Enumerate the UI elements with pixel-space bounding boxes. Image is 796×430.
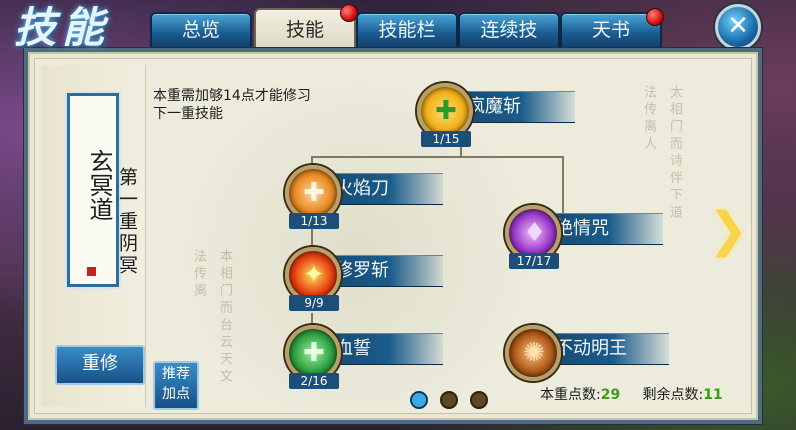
school-column: 玄冥道 第一重阴冥 重修 <box>41 65 146 407</box>
skill-name: 火焰刀 <box>335 178 389 199</box>
remaining-points-value: 11 <box>703 387 723 403</box>
tab-overview[interactable]: 总览 <box>150 12 252 50</box>
tab-label: 技能栏 <box>378 19 436 41</box>
tab-tianshu[interactable]: 天书 <box>560 8 664 50</box>
layer-points-value: 29 <box>600 387 621 403</box>
skill-name: 绝情咒 <box>555 218 609 239</box>
remaining-points-label: 剩余点数: <box>642 387 704 403</box>
layer-title: 第一重阴冥 <box>116 167 138 277</box>
skill-level: 2/16 <box>289 373 339 389</box>
school-name: 玄冥道 <box>85 149 113 221</box>
skill-level: 17/17 <box>509 253 559 269</box>
tab-label: 总览 <box>181 19 220 41</box>
page-dot[interactable] <box>440 391 458 409</box>
window-title: 技能 <box>14 3 111 52</box>
reset-skills-button[interactable]: 重修 <box>55 345 145 385</box>
skill-node[interactable]: 修罗斩 ✦ 9/9 <box>285 247 455 311</box>
tab-label: 连续技 <box>480 19 538 41</box>
seal-stamp-icon <box>87 267 96 276</box>
skill-name: 修罗斩 <box>335 260 389 281</box>
tab-skills[interactable]: 技能 <box>254 4 358 52</box>
recommend-points-button[interactable]: 推荐加点 <box>153 361 199 410</box>
skill-name: 疯魔斩 <box>467 96 521 117</box>
skill-node[interactable]: 不动明王 ✺ <box>505 325 675 389</box>
skill-name: 不动明王 <box>555 338 627 359</box>
page-dot[interactable] <box>410 391 428 409</box>
bronze-guardian-icon: ✺ <box>505 325 561 381</box>
layer-points-label: 本重点数: <box>540 387 601 403</box>
points-footer: 本重点数:29 剩余点数:11 <box>540 384 723 404</box>
skill-level: 1/13 <box>289 213 339 229</box>
tab-combo[interactable]: 连续技 <box>458 12 560 50</box>
page-dot[interactable] <box>470 391 488 409</box>
tab-skill-bar[interactable]: 技能栏 <box>356 12 458 50</box>
tab-strip: 总览 技能 技能栏 连续技 天书 <box>150 4 760 52</box>
skill-node[interactable]: 血誓 ✚ 2/16 <box>285 325 455 389</box>
skill-node[interactable]: 绝情咒 ♦ 17/17 <box>505 205 675 269</box>
skill-level: 9/9 <box>289 295 339 311</box>
skill-level: 1/15 <box>421 131 471 147</box>
requirement-text: 本重需加够14点才能修习下一重技能 <box>153 88 311 122</box>
recommend-label: 推荐加点 <box>162 366 190 402</box>
skill-node[interactable]: 火焰刀 ✚ 1/13 <box>285 165 455 229</box>
next-page-arrow-icon[interactable]: ❯ <box>708 206 748 254</box>
tab-label: 天书 <box>591 19 630 41</box>
school-scroll: 玄冥道 <box>67 93 119 287</box>
notification-dot <box>646 8 664 26</box>
tab-label: 技能 <box>285 19 324 41</box>
close-button[interactable]: ✕ <box>715 4 761 50</box>
skill-panel: 玄冥道 第一重阴冥 重修 本重需加够14点才能修习下一重技能 太 相 门 而 诗… <box>24 48 762 424</box>
panel-inner: 玄冥道 第一重阴冥 重修 本重需加够14点才能修习下一重技能 太 相 门 而 诗… <box>34 58 752 414</box>
tree-connector <box>311 156 563 158</box>
close-icon: ✕ <box>727 11 749 41</box>
skill-node[interactable]: 疯魔斩 ✚ 1/15 <box>417 83 587 147</box>
